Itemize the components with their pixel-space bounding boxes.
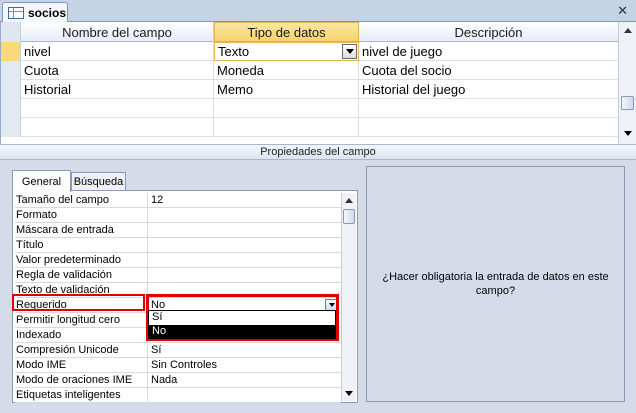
column-header-description[interactable]: Descripción xyxy=(359,22,618,42)
grid-header: Nombre del campo Tipo de datos Descripci… xyxy=(1,22,618,42)
scroll-up-button[interactable] xyxy=(620,23,635,38)
chevron-down-icon xyxy=(345,49,354,54)
property-value[interactable]: Sin Controles xyxy=(148,358,341,372)
arrow-down-icon xyxy=(623,131,632,136)
field-name-cell[interactable]: nivel xyxy=(21,42,214,61)
dropdown-option-no[interactable]: No xyxy=(149,325,335,339)
property-label: Valor predeterminado xyxy=(15,253,148,267)
description-cell[interactable]: Cuota del socio xyxy=(359,61,618,80)
help-text: ¿Hacer obligatoria la entrada de datos e… xyxy=(382,271,609,297)
property-label: Permitir longitud cero xyxy=(15,313,148,327)
close-icon[interactable]: ✕ xyxy=(617,3,628,19)
row-selector[interactable] xyxy=(1,61,21,80)
scroll-thumb[interactable] xyxy=(343,209,355,224)
field-name-cell[interactable] xyxy=(21,118,214,137)
requerido-highlight xyxy=(12,294,145,311)
data-type-cell[interactable]: Moneda xyxy=(214,61,359,80)
table-row[interactable]: nivel Texto nivel de juego xyxy=(1,42,618,61)
property-value[interactable] xyxy=(148,268,341,282)
row-selector[interactable] xyxy=(1,42,21,61)
property-value[interactable] xyxy=(148,253,341,267)
scroll-down-button[interactable] xyxy=(342,387,356,399)
column-header-data-type[interactable]: Tipo de datos xyxy=(214,22,359,42)
grid-rows: nivel Texto nivel de juego Cuota Moneda … xyxy=(1,42,618,137)
property-label: Etiquetas inteligentes xyxy=(15,388,148,402)
property-row[interactable]: Máscara de entrada xyxy=(15,223,341,238)
property-value[interactable] xyxy=(148,388,341,402)
field-name-cell[interactable]: Cuota xyxy=(21,61,214,80)
property-label: Modo de oraciones IME xyxy=(15,373,148,387)
property-label: Compresión Unicode xyxy=(15,343,148,357)
tab-busqueda[interactable]: Búsqueda xyxy=(71,172,126,190)
scroll-up-button[interactable] xyxy=(342,194,356,206)
table-icon xyxy=(8,7,24,19)
property-row[interactable]: Título xyxy=(15,238,341,253)
dropdown-option-si[interactable]: Sí xyxy=(149,311,335,325)
tab-general[interactable]: General xyxy=(12,170,71,192)
arrow-down-icon xyxy=(345,390,353,396)
property-value[interactable] xyxy=(148,223,341,237)
field-design-grid: Nombre del campo Tipo de datos Descripci… xyxy=(0,22,636,144)
tab-label: socios xyxy=(28,6,67,20)
description-cell[interactable] xyxy=(359,99,618,118)
table-row[interactable] xyxy=(1,118,618,137)
row-selector[interactable] xyxy=(1,99,21,118)
property-row[interactable]: Modo de oraciones IME Nada xyxy=(15,373,341,388)
arrow-up-icon xyxy=(623,28,632,33)
property-label: Máscara de entrada xyxy=(15,223,148,237)
property-row[interactable]: Compresión Unicode Sí xyxy=(15,343,341,358)
dropdown-button[interactable] xyxy=(342,44,357,59)
property-label: Modo IME xyxy=(15,358,148,372)
table-row[interactable]: Cuota Moneda Cuota del socio xyxy=(1,61,618,80)
property-value[interactable]: 12 xyxy=(148,193,341,207)
property-row[interactable]: Modo IME Sin Controles xyxy=(15,358,341,373)
row-selector[interactable] xyxy=(1,118,21,137)
arrow-up-icon xyxy=(345,197,353,203)
description-cell[interactable] xyxy=(359,118,618,137)
property-label: Indexado xyxy=(15,328,148,342)
property-value[interactable]: Sí xyxy=(148,343,341,357)
property-label: Título xyxy=(15,238,148,252)
column-header-field-name[interactable]: Nombre del campo xyxy=(21,22,214,42)
property-label: Tamaño del campo xyxy=(15,193,148,207)
data-type-cell[interactable] xyxy=(214,99,359,118)
table-row[interactable] xyxy=(1,99,618,118)
field-name-cell[interactable] xyxy=(21,99,214,118)
property-help-panel: ¿Hacer obligatoria la entrada de datos e… xyxy=(366,166,625,402)
grid-vertical-scrollbar[interactable] xyxy=(618,22,636,144)
property-value[interactable] xyxy=(148,238,341,252)
description-cell[interactable]: nivel de juego xyxy=(359,42,618,61)
property-row[interactable]: Valor predeterminado xyxy=(15,253,341,268)
field-name-cell[interactable]: Historial xyxy=(21,80,214,99)
scroll-thumb[interactable] xyxy=(621,96,634,110)
property-row[interactable]: Regla de validación xyxy=(15,268,341,283)
row-selector[interactable] xyxy=(1,80,21,99)
property-label: Formato xyxy=(15,208,148,222)
grid-corner[interactable] xyxy=(1,22,21,42)
property-row[interactable]: Formato xyxy=(15,208,341,223)
property-row[interactable]: Etiquetas inteligentes xyxy=(15,388,341,403)
data-type-value: Texto xyxy=(218,44,250,59)
description-cell[interactable]: Historial del juego xyxy=(359,80,618,99)
document-tab-bar: socios ✕ xyxy=(0,0,636,23)
requerido-dropdown-list[interactable]: Sí No xyxy=(148,310,336,339)
scroll-down-button[interactable] xyxy=(620,126,635,141)
table-row[interactable]: Historial Memo Historial del juego xyxy=(1,80,618,99)
data-type-cell[interactable]: Texto xyxy=(214,42,359,61)
property-row[interactable]: Tamaño del campo 12 xyxy=(15,193,341,208)
tab-socios[interactable]: socios xyxy=(2,2,68,23)
data-type-cell[interactable] xyxy=(214,118,359,137)
property-value[interactable] xyxy=(148,208,341,222)
property-label: Regla de validación xyxy=(15,268,148,282)
property-value[interactable]: Nada xyxy=(148,373,341,387)
data-type-cell[interactable]: Memo xyxy=(214,80,359,99)
field-properties-title: Propiedades del campo xyxy=(0,144,636,160)
properties-vertical-scrollbar[interactable] xyxy=(341,193,356,401)
